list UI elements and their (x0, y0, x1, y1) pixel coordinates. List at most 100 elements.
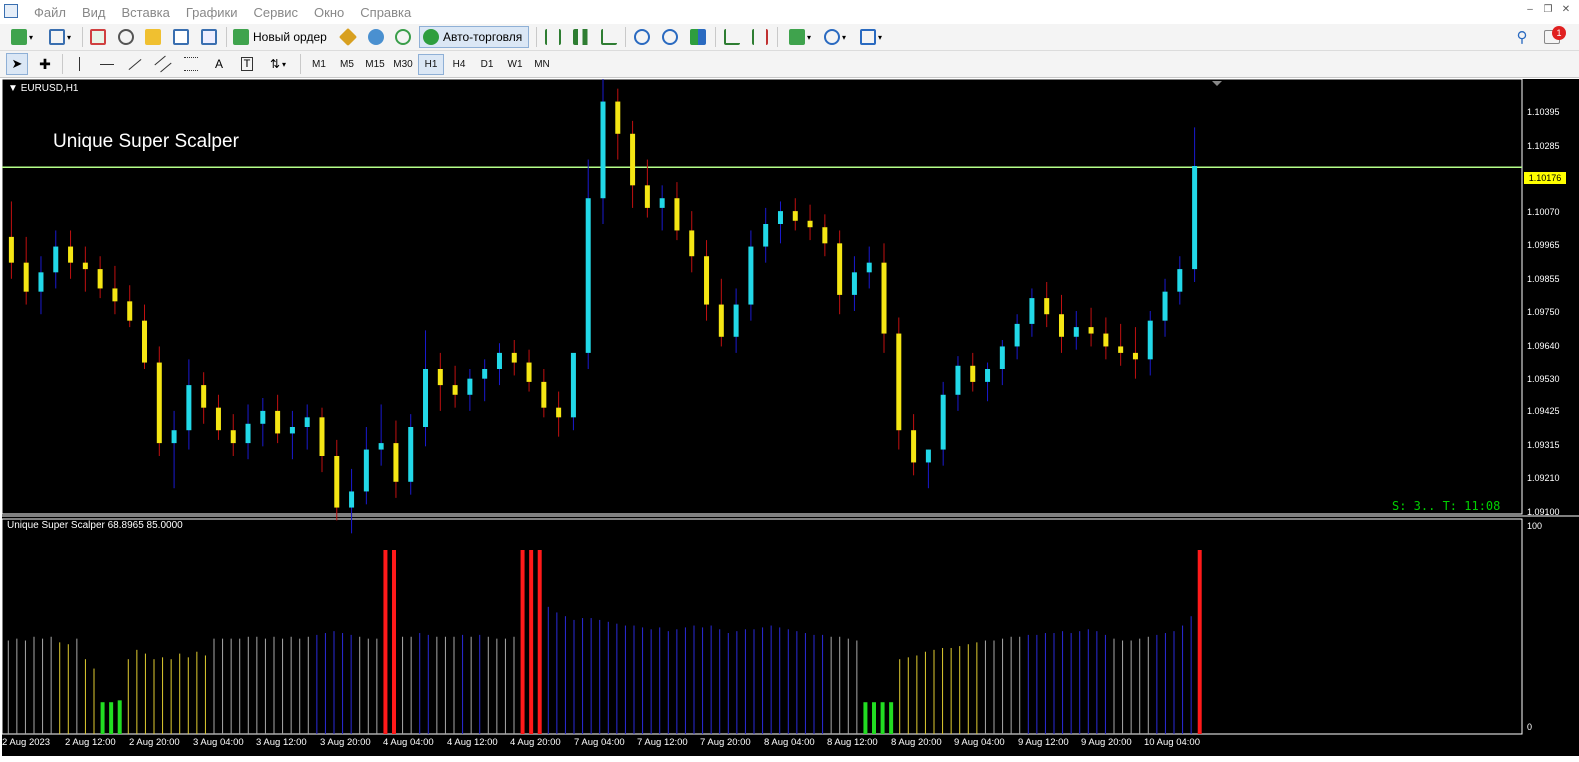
indicator-bar (872, 702, 876, 734)
menu-charts[interactable]: Графики (178, 5, 246, 20)
menu-tools[interactable]: Сервис (246, 5, 307, 20)
terminal-button[interactable] (171, 26, 191, 48)
text-label-button[interactable]: T (236, 53, 258, 75)
timeframe-h1[interactable]: H1 (418, 54, 444, 75)
text-button[interactable]: A (208, 53, 230, 75)
restore-icon[interactable]: ❐ (1541, 3, 1555, 17)
indicator-bar (710, 625, 712, 734)
date-label: 9 Aug 20:00 (1081, 737, 1132, 748)
auto-scroll-button[interactable] (722, 26, 742, 48)
candle-body (940, 394, 946, 450)
tile-windows-button[interactable] (688, 26, 708, 48)
candle-body (1162, 291, 1168, 321)
strategy-tester-button[interactable] (199, 26, 219, 48)
chart-window[interactable]: ▼ EURUSD,H1 Unique Super Scalper Unique … (2, 79, 1579, 756)
candle-body (1058, 314, 1064, 337)
indicators-button[interactable]: ▾ (784, 26, 816, 48)
line-chart-button[interactable] (599, 26, 619, 48)
indicator-bar (796, 631, 798, 734)
candle-body (896, 333, 902, 431)
timeframe-mn[interactable]: MN (529, 54, 555, 75)
indicator-bar (984, 640, 986, 734)
candle-body (733, 304, 739, 337)
zoom-in-button[interactable] (632, 26, 652, 48)
cursor-button[interactable]: ➤ (6, 53, 28, 75)
timeframe-h4[interactable]: H4 (446, 54, 472, 75)
indicator-title: Unique Super Scalper (53, 131, 239, 152)
indicator-bar (1147, 636, 1149, 734)
price-label: 1.09855 (1527, 274, 1560, 284)
price-label: 1.09210 (1527, 473, 1560, 483)
timeframe-m15[interactable]: M15 (362, 54, 388, 75)
app-logo-icon (4, 4, 18, 18)
navigator-button[interactable] (143, 26, 163, 48)
timeframe-d1[interactable]: D1 (474, 54, 500, 75)
menu-file[interactable]: Файл (26, 5, 74, 20)
timeframe-m5[interactable]: M5 (334, 54, 360, 75)
price-chart[interactable] (2, 79, 1579, 756)
date-label: 10 Aug 04:00 (1144, 737, 1200, 748)
periodicity-button[interactable]: ▾ (819, 26, 851, 48)
date-label: 8 Aug 04:00 (764, 737, 815, 748)
bar-chart-button[interactable] (543, 26, 563, 48)
crosshair-icon: ✚ (39, 55, 51, 72)
indicator-bar (479, 634, 481, 734)
community-button[interactable] (366, 26, 386, 48)
market-watch-icon (90, 29, 106, 45)
indicator-bar (256, 636, 258, 734)
candle-body (319, 417, 325, 456)
templates-button[interactable]: ▾ (855, 26, 887, 48)
zoom-out-button[interactable] (660, 26, 680, 48)
indicator-bar (213, 638, 215, 734)
metaeditor-button[interactable] (338, 26, 358, 48)
indicator-bar (719, 629, 721, 734)
notifications-button[interactable]: 1 (1543, 26, 1567, 48)
candle-body (38, 272, 44, 292)
current-price-label: 1.10176 (1524, 172, 1566, 184)
indicator-bar (847, 638, 849, 734)
minimize-icon[interactable]: – (1523, 3, 1537, 17)
price-label: 1.09640 (1527, 341, 1560, 351)
indicator-bar (359, 636, 361, 734)
search-button[interactable]: ⚲ (1512, 26, 1532, 48)
auto-trading-button[interactable]: Авто-торговля (419, 26, 529, 48)
indicator-bar (770, 625, 772, 734)
profiles-button[interactable]: ▾ (44, 26, 76, 48)
date-label: 3 Aug 12:00 (256, 737, 307, 748)
data-window-button[interactable] (116, 26, 136, 48)
timeframe-w1[interactable]: W1 (502, 54, 528, 75)
fibonacci-icon (184, 57, 198, 71)
timeframe-m1[interactable]: M1 (306, 54, 332, 75)
crosshair-button[interactable]: ✚ (34, 53, 56, 75)
indicator-bar (1096, 631, 1098, 734)
arrows-button[interactable]: ⇅ ▾ (263, 53, 293, 75)
horizontal-line-button[interactable] (96, 53, 118, 75)
date-label: 8 Aug 20:00 (891, 737, 942, 748)
text-label-icon: T (240, 57, 254, 71)
signals-button[interactable] (393, 26, 413, 48)
new-chart-button[interactable]: ▾ (6, 26, 38, 48)
menu-insert[interactable]: Вставка (114, 5, 178, 20)
menu-help[interactable]: Справка (352, 5, 419, 20)
indicator-bar (342, 633, 344, 734)
candlestick-button[interactable] (571, 26, 591, 48)
menu-view[interactable]: Вид (74, 5, 114, 20)
equidistant-channel-button[interactable] (152, 53, 174, 75)
fibonacci-button[interactable] (180, 53, 202, 75)
date-label: 3 Aug 04:00 (193, 737, 244, 748)
indicator-bar (16, 638, 18, 734)
vertical-line-button[interactable] (68, 53, 90, 75)
menu-window[interactable]: Окно (306, 5, 352, 20)
timeframe-m30[interactable]: M30 (390, 54, 416, 75)
indicator-bar (942, 647, 944, 734)
market-watch-button[interactable] (88, 26, 108, 48)
chart-shift-button[interactable] (750, 26, 770, 48)
indicator-bar (144, 653, 146, 734)
close-icon[interactable]: ✕ (1559, 3, 1573, 17)
chevron-down-icon: ▾ (806, 32, 811, 42)
trendline-button[interactable] (124, 53, 146, 75)
new-order-button[interactable]: Новый ордер (233, 26, 329, 48)
indicator-bar (1113, 638, 1115, 734)
candle-body (866, 262, 872, 273)
candle-body (1192, 166, 1198, 270)
